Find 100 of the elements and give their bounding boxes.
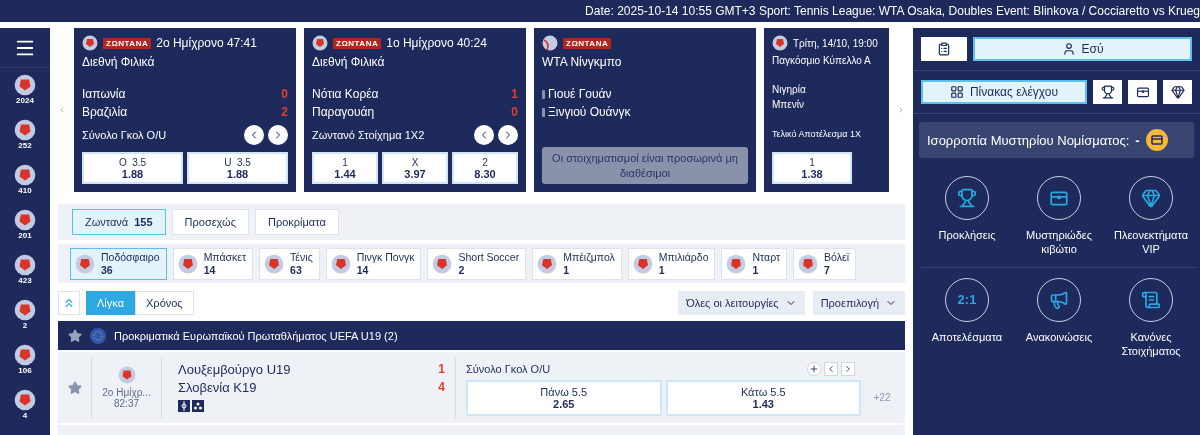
flag-icon xyxy=(90,327,106,344)
odds-button[interactable]: O 3.5 1.88 xyxy=(82,152,183,184)
match-card[interactable]: ΖΩΝΤΑΝΑ 1ο Ημίχρονο 40:24 Διεθνή Φιλικά Νότια Κορέα 1 Παραγουάη 0 Ζωντανό Στοίχημα 1X2 1 1.44 X 3.97 2 8.30 xyxy=(304,28,526,192)
scroll-icon xyxy=(1141,289,1161,310)
trophy-icon xyxy=(1100,85,1115,99)
ball-icon xyxy=(798,254,819,274)
match-period: 1ο Ημίχρονο 40:24 xyxy=(386,36,487,50)
match-card[interactable]: ΖΩΝΤΑΝΑ WTA Νίνγκμπο Γιουέ Γουάν Ξινγιού Ουάνγκ Οι στοιχηματισμοί είναι προσωρινά μη διαθέσιμοι xyxy=(534,28,756,192)
ball-icon xyxy=(82,35,98,51)
megaphone-icon xyxy=(1049,289,1069,310)
plus-icon xyxy=(809,363,819,374)
team-name: Γιουέ Γουάν xyxy=(542,87,612,101)
match-period: 2ο Ημίχρ... xyxy=(102,387,151,399)
next-button[interactable] xyxy=(498,124,518,145)
coin-icon xyxy=(1145,129,1168,151)
team-score: 0 xyxy=(281,87,288,101)
chest-icon xyxy=(1135,85,1150,99)
odds-button[interactable]: Πάνω 5.5 2.65 xyxy=(466,379,662,416)
view-toggle[interactable]: Χρόνος xyxy=(135,290,194,315)
challenges-button[interactable] xyxy=(1093,80,1122,104)
sport-chip[interactable]: Ποδόσφαιρο 36 xyxy=(70,248,167,280)
event-info: Date: 2025-10-14 10:55 GMT+3 Sport: Tennis League: WTA Osaka, Doubles Event: Blinkova / Cocciaretto vs Krueg xyxy=(585,4,1200,18)
match-card[interactable]: Τρίτη, 14/10, 19:00 Παγκόσμιο Κύπελλο Α Νιγηρία Μπενίν Τελικό Αποτέλεσμα 1Χ 1 1.38 xyxy=(764,28,889,192)
filter-dropdown[interactable]: Προεπιλογή xyxy=(812,290,905,315)
market-name: Σύνολο Γκολ O/U xyxy=(466,362,551,375)
team-score: 1 xyxy=(438,361,445,378)
league-name: WTA Νίνγκμπο xyxy=(542,55,623,69)
team-name: Λουξεμβούργο U19 xyxy=(178,361,291,379)
chest-button[interactable] xyxy=(1128,80,1157,104)
market-name: Τελικό Αποτέλεσμα 1Χ xyxy=(772,129,861,140)
ball-icon xyxy=(726,254,747,274)
odds-button[interactable]: Κάτω 5.5 1.43 xyxy=(665,379,861,416)
team-name: Ιαπωνία xyxy=(82,87,126,101)
ball-icon xyxy=(117,366,136,385)
ball-icon xyxy=(177,254,198,274)
sport-chip[interactable]: Βόλεϊ 7 xyxy=(793,248,857,280)
betslip-button[interactable] xyxy=(921,37,967,61)
ball-icon xyxy=(432,254,453,274)
previous-button[interactable] xyxy=(244,124,264,145)
shortcut-label: Κανόνες Στοιχήματος xyxy=(1120,329,1182,359)
sport-chip[interactable]: Νταρτ 1 xyxy=(721,248,788,280)
sport-chip[interactable]: Τένις 63 xyxy=(259,248,320,280)
market-name: Ζωντανό Στοίχημα 1X2 xyxy=(312,128,425,141)
lineup-icon xyxy=(192,399,204,412)
star-icon[interactable] xyxy=(67,380,82,395)
ball-icon xyxy=(542,35,558,51)
sport-chip[interactable]: Μπιλιάρδο 1 xyxy=(627,248,716,280)
filter-tab[interactable]: Ζωντανά 155 xyxy=(72,209,166,235)
trophy-icon xyxy=(957,188,977,208)
ball-icon xyxy=(632,254,653,274)
shortcut-button[interactable] xyxy=(1037,277,1081,322)
chevron-left-icon xyxy=(826,363,836,374)
team-name: Σλοβενία K19 xyxy=(178,379,257,397)
match-clock: 82:37 xyxy=(114,398,139,410)
shortcut-label: Μυστηριώδες κιβώτιο xyxy=(1024,228,1094,257)
balance-label: Ισορροπία Μυστηρίου Νομίσματος: xyxy=(927,132,1130,148)
league-title: Προκριματικά Ευρωπαϊκού Πρωταθλήματος UEFA U19 (2) xyxy=(114,329,398,342)
filter-tab[interactable]: Προκρίματα xyxy=(254,209,339,235)
user-icon xyxy=(1061,42,1076,56)
sport-chip[interactable]: Μπέιζμπολ 1 xyxy=(532,248,622,280)
sport-count: 423 xyxy=(18,276,32,285)
vip-button[interactable] xyxy=(1163,80,1192,104)
sport-count: 201 xyxy=(18,231,32,240)
next-button[interactable] xyxy=(268,124,288,145)
account-button[interactable]: Εσύ xyxy=(973,37,1192,61)
ball-icon xyxy=(75,254,95,274)
sport-chip[interactable]: Μπάσκετ 14 xyxy=(172,248,254,280)
team-score: 1 xyxy=(511,87,518,101)
ball-icon xyxy=(312,35,328,51)
team-score: 0 xyxy=(511,105,518,119)
star-icon[interactable] xyxy=(68,328,82,343)
sport-icon xyxy=(14,254,36,276)
previous-button[interactable] xyxy=(474,124,494,145)
ball-icon xyxy=(772,35,788,51)
sport-count: 106 xyxy=(18,366,32,375)
sport-icon xyxy=(14,74,36,96)
sport-icon xyxy=(14,209,36,231)
sport-count: 4 xyxy=(22,411,28,420)
odds-button[interactable]: 1 1.38 xyxy=(772,152,852,184)
league-name: Διεθνή Φιλικά xyxy=(82,55,156,69)
sport-icon xyxy=(14,344,36,366)
filter-tab[interactable]: Προσεχώς xyxy=(171,209,249,235)
dashboard-button[interactable]: Πίνακας ελέγχου xyxy=(921,80,1087,104)
sport-chip[interactable]: Πινγκ Πονγκ 14 xyxy=(325,248,422,280)
diamond-icon xyxy=(1141,188,1161,208)
sport-chip[interactable]: Short Soccer 2 xyxy=(427,248,527,280)
league-name: Διεθνή Φιλικά xyxy=(312,55,386,69)
sport-icon xyxy=(14,299,36,321)
team-name: Ξινγιού Ουάνγκ xyxy=(542,105,631,119)
filter-dropdown[interactable]: Όλες οι λειτουργίες xyxy=(678,290,805,315)
team-score: 4 xyxy=(438,379,445,396)
team-name: Παραγουάη xyxy=(312,105,375,119)
odds-button[interactable]: X 3.97 xyxy=(382,152,448,184)
balance-value: - xyxy=(1135,132,1140,148)
team-name: Νιγηρία xyxy=(772,84,806,95)
odds-button[interactable]: 1 1.44 xyxy=(312,152,378,184)
odds-button[interactable]: U 3.5 1.88 xyxy=(187,152,288,184)
match-card[interactable]: ΖΩΝΤΑΝΑ 2ο Ημίχρονο 47:41 Διεθνή Φιλικά Ιαπωνία 0 Βραζιλία 2 Σύνολο Γκολ O/U O 3.5 1.88 U 3.5 1.88 xyxy=(74,28,296,192)
team-score: 2 xyxy=(281,105,288,119)
odds-button[interactable]: 2 8.30 xyxy=(452,152,518,184)
